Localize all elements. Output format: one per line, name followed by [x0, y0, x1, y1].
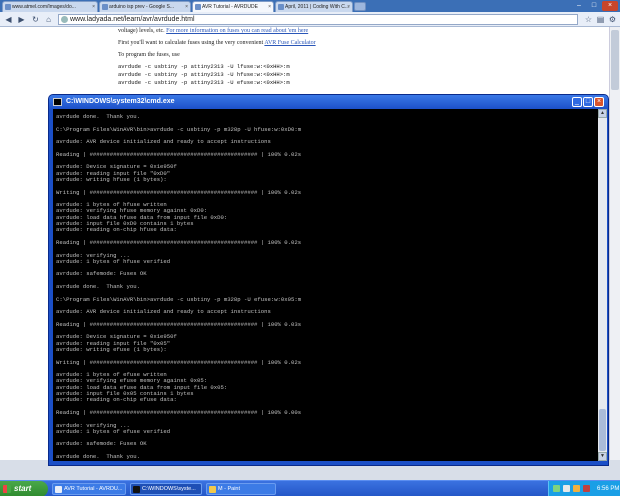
- program-fuses-paragraph: To program the fuses, use: [118, 52, 180, 58]
- chrome-icon: [55, 486, 62, 493]
- tab-label: www.atmel.com/Images/do...: [12, 4, 76, 10]
- system-tray: 6:56 PM: [548, 481, 620, 496]
- page-favicon-icon: [278, 4, 284, 10]
- url-text: www.ladyada.net/learn/avr/avrdude.html: [70, 16, 195, 23]
- back-arrow-icon[interactable]: ◀: [3, 14, 14, 25]
- alert-icon[interactable]: [583, 485, 590, 492]
- scroll-down-arrow-icon[interactable]: ▼: [598, 452, 607, 461]
- address-bar[interactable]: www.ladyada.net/learn/avr/avrdude.html: [58, 14, 578, 25]
- security-icon[interactable]: [573, 485, 580, 492]
- forward-arrow-icon[interactable]: ▶: [16, 14, 27, 25]
- star-bookmark-icon[interactable]: ☆: [583, 14, 594, 25]
- page-scrollbar[interactable]: [609, 27, 620, 460]
- page-favicon-icon: [5, 4, 11, 10]
- taskbar-item-label: AVR Tutorial - AVRDU...: [64, 486, 123, 492]
- reload-icon[interactable]: ↻: [30, 14, 41, 25]
- scroll-up-arrow-icon[interactable]: ▲: [598, 109, 607, 118]
- fuse-calculator-link[interactable]: AVR Fuse Calculator: [264, 40, 315, 46]
- tab-google-search[interactable]: arduino isp prev - Google S... ×: [99, 1, 191, 12]
- taskbar-item-label: C:\WINDOWS\syste...: [142, 486, 196, 492]
- browser-close-button[interactable]: ×: [602, 1, 618, 11]
- tab-atmel[interactable]: www.atmel.com/Images/do... ×: [2, 1, 98, 12]
- article-body: voltage) levels, etc. For more informati…: [118, 27, 498, 87]
- cmd-close-button[interactable]: ×: [594, 97, 604, 107]
- cmd-scrollbar[interactable]: ▲ ▼: [598, 109, 607, 461]
- console-lines: avrdude done. Thank you. C:\Program File…: [56, 113, 595, 461]
- tab-label: arduino isp prev - Google S...: [109, 4, 175, 10]
- clock: 6:56 PM: [597, 486, 620, 492]
- tab-close-icon[interactable]: ×: [347, 2, 350, 12]
- cmd-window-title: C:\WINDOWS\system32\cmd.exe: [66, 98, 175, 105]
- volume-icon[interactable]: [563, 485, 570, 492]
- wrench-settings-icon[interactable]: ⚙: [607, 14, 618, 25]
- desktop-screen: www.atmel.com/Images/do... × arduino isp…: [0, 0, 620, 496]
- taskbar-item-browser[interactable]: AVR Tutorial - AVRDU...: [52, 483, 126, 495]
- fuse-info-paragraph: voltage) levels, etc. For more informati…: [118, 27, 498, 35]
- cmd-scrollbar-thumb[interactable]: [599, 409, 606, 451]
- tab-label: April, 2011 | Coding With C...: [285, 4, 350, 10]
- console-icon: [133, 486, 140, 493]
- cmd-window[interactable]: C:\WINDOWS\system32\cmd.exe _ □ × avrdud…: [48, 94, 609, 466]
- windows-taskbar: start AVR Tutorial - AVRDU... C:\WINDOWS…: [0, 480, 620, 496]
- code-line: avrdude -c usbtiny -p attiny2313 -U lfus…: [118, 63, 290, 70]
- page-scrollbar-thumb[interactable]: [611, 30, 619, 90]
- paint-icon: [209, 486, 216, 493]
- fuse-info-text: voltage) levels, etc.: [118, 28, 165, 34]
- network-icon[interactable]: [553, 485, 560, 492]
- browser-toolbar: ◀ ▶ ↻ ⌂ www.ladyada.net/learn/avr/avrdud…: [0, 12, 620, 27]
- browser-maximize-button[interactable]: □: [587, 1, 601, 11]
- browser-tab-strip: www.atmel.com/Images/do... × arduino isp…: [0, 0, 620, 12]
- new-tab-button[interactable]: [354, 2, 366, 11]
- fuse-info-link[interactable]: For more information on fuses you can re…: [166, 28, 308, 34]
- taskbar-item-cmd[interactable]: C:\WINDOWS\syste...: [130, 483, 202, 495]
- taskbar-item-paint[interactable]: M - Paint: [206, 483, 276, 495]
- tab-label: AVR Tutorial - AVRDUDE: [202, 4, 258, 10]
- console-output[interactable]: avrdude done. Thank you. C:\Program File…: [53, 109, 598, 461]
- start-button[interactable]: start: [0, 481, 48, 496]
- browser-minimize-button[interactable]: –: [572, 1, 586, 11]
- cmd-minimize-button[interactable]: _: [572, 97, 582, 107]
- tab-close-icon[interactable]: ×: [185, 2, 188, 12]
- page-favicon-icon: [195, 4, 201, 10]
- google-favicon-icon: [102, 4, 108, 10]
- cmd-maximize-button[interactable]: □: [583, 97, 593, 107]
- page-menu-icon[interactable]: ▤: [595, 14, 606, 25]
- console-icon: [53, 98, 62, 106]
- taskbar-item-label: M - Paint: [218, 486, 241, 492]
- code-line: avrdude -c usbtiny -p attiny2313 -U hfus…: [118, 71, 290, 78]
- calculator-text: First you'll want to calculate fuses usi…: [118, 40, 264, 46]
- home-icon[interactable]: ⌂: [43, 14, 54, 25]
- page-globe-icon: [61, 16, 68, 23]
- code-line: avrdude -c usbtiny -p attiny2313 -U efus…: [118, 79, 290, 86]
- windows-logo-icon: [3, 485, 11, 493]
- tab-coding-with-c[interactable]: April, 2011 | Coding With C... ×: [275, 1, 353, 12]
- start-label: start: [14, 484, 32, 493]
- cmd-title-bar[interactable]: C:\WINDOWS\system32\cmd.exe _ □ ×: [49, 95, 608, 109]
- tab-close-icon[interactable]: ×: [92, 2, 95, 12]
- tab-close-icon[interactable]: ×: [268, 2, 271, 12]
- tab-avr-tutorial[interactable]: AVR Tutorial - AVRDUDE ×: [192, 1, 274, 12]
- calculator-paragraph: First you'll want to calculate fuses usi…: [118, 39, 498, 47]
